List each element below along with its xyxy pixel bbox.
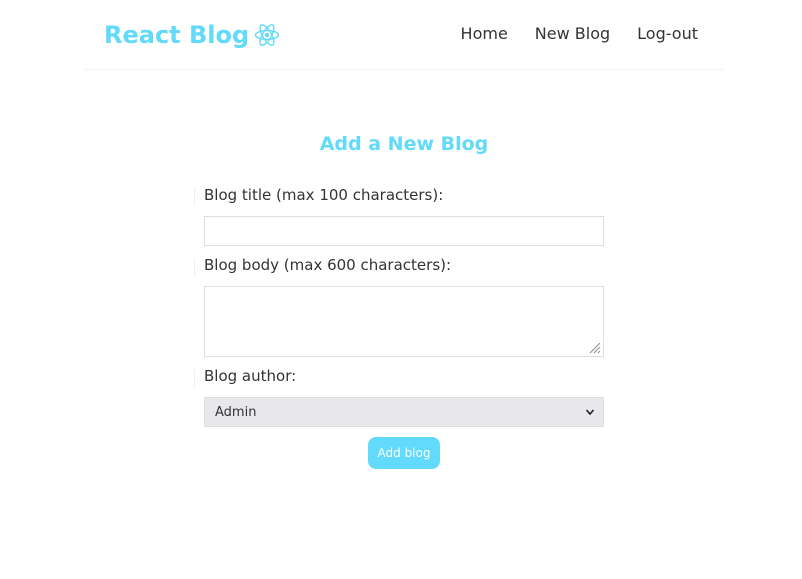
blog-body-textarea[interactable] bbox=[204, 286, 604, 357]
blog-author-selected-value: Admin bbox=[215, 404, 257, 420]
logo-text: React Blog bbox=[104, 21, 250, 49]
navbar: React Blog Home New Blog Log-out bbox=[84, 0, 724, 70]
react-atom-icon bbox=[255, 24, 280, 46]
chevron-down-icon bbox=[585, 409, 595, 416]
nav-link-home[interactable]: Home bbox=[461, 24, 508, 43]
blog-author-select[interactable]: Admin bbox=[204, 397, 604, 427]
blog-body-label: Blog body (max 600 characters): bbox=[193, 256, 452, 276]
form-heading: Add a New Blog bbox=[319, 133, 489, 155]
nav-link-log-out[interactable]: Log-out bbox=[637, 24, 698, 43]
blog-author-label: Blog author: bbox=[193, 367, 297, 387]
page: React Blog Home New Blog Log-out Add a N… bbox=[0, 0, 802, 579]
blog-title-input[interactable] bbox=[204, 216, 604, 246]
blog-title-label: Blog title (max 100 characters): bbox=[193, 186, 444, 206]
nav-links: Home New Blog Log-out bbox=[434, 24, 698, 43]
create-blog-form: Add a New Blog Blog title (max 100 chara… bbox=[193, 128, 604, 469]
resize-grip-icon[interactable] bbox=[589, 342, 601, 354]
nav-link-new-blog[interactable]: New Blog bbox=[535, 24, 610, 43]
logo: React Blog bbox=[104, 17, 281, 53]
add-blog-button[interactable]: Add blog bbox=[368, 437, 440, 469]
